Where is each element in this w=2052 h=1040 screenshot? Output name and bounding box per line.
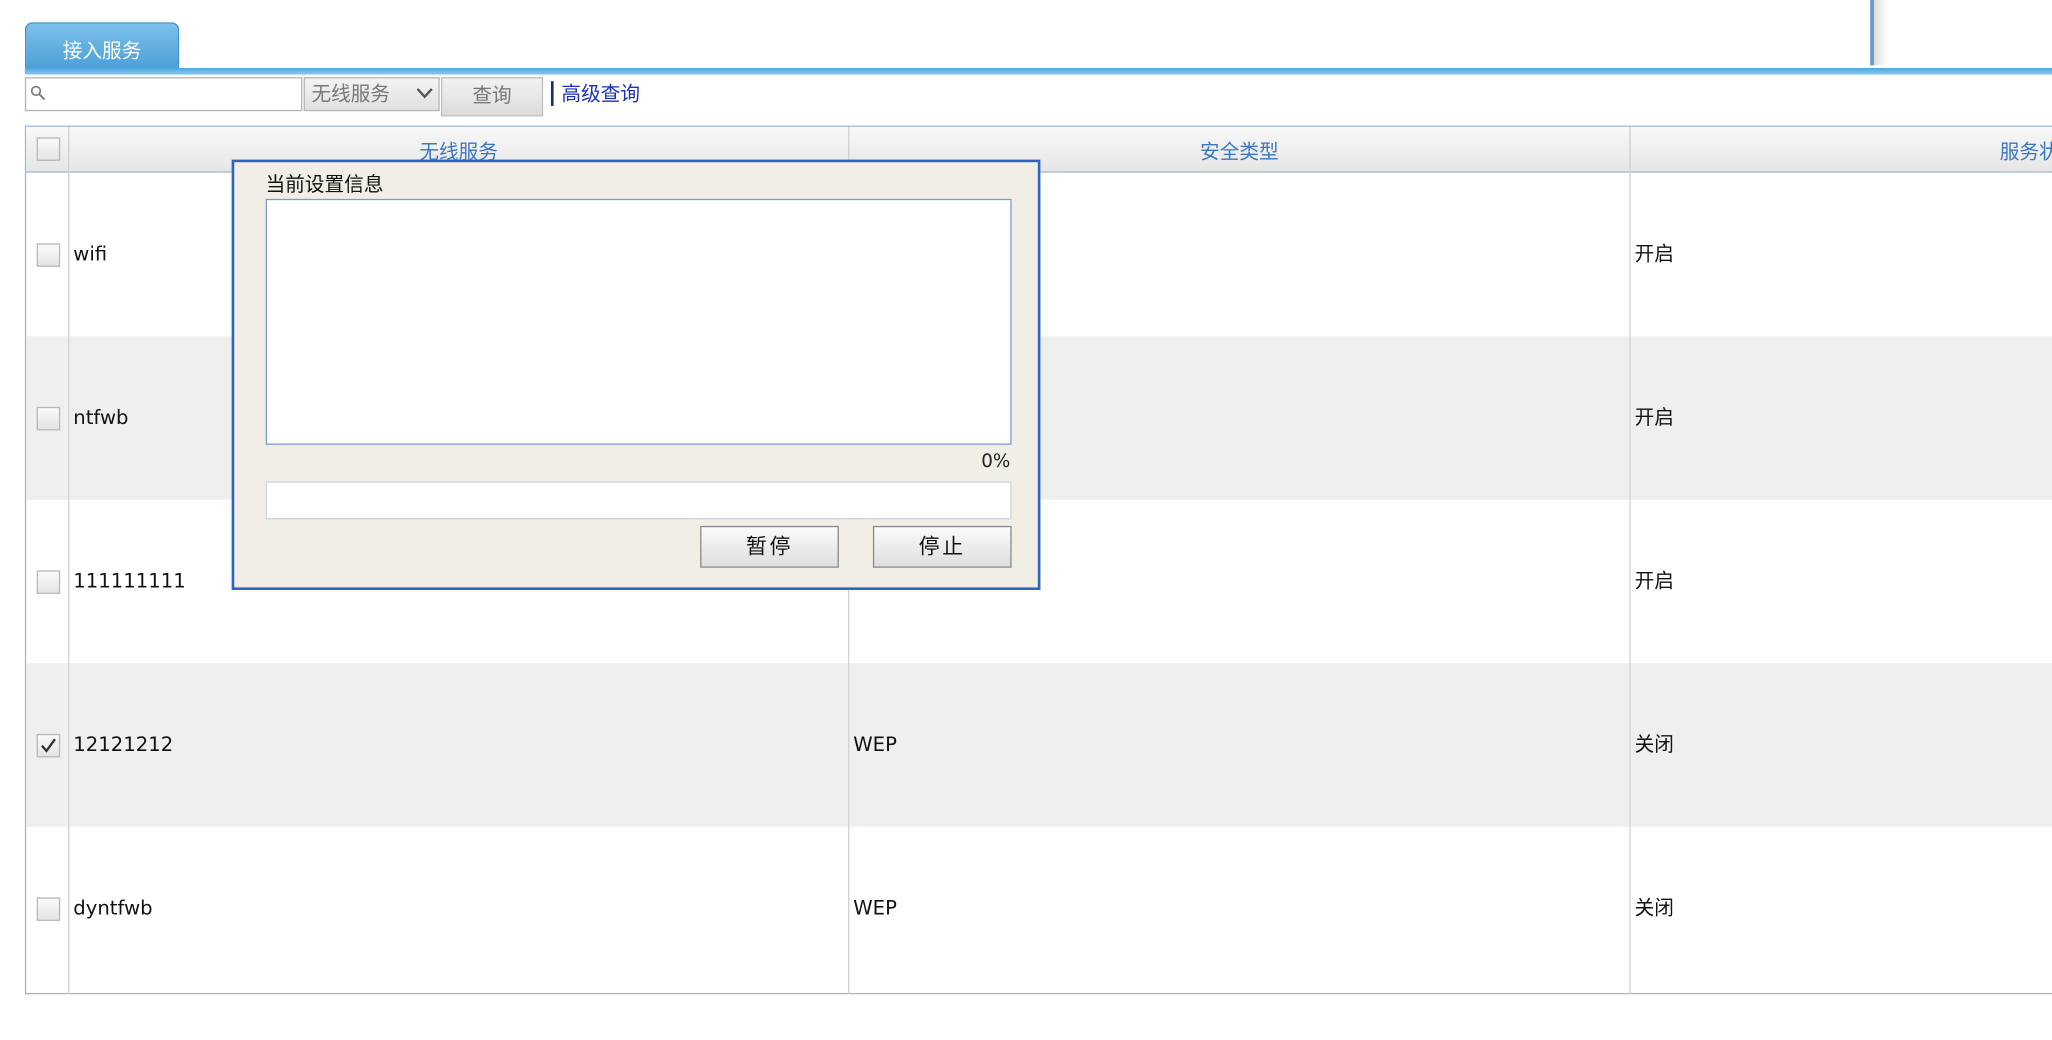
cell-service-status: 开启	[1634, 569, 1674, 593]
toolbar-separator	[550, 81, 554, 106]
dialog-title: 当前设置信息	[265, 172, 384, 197]
progress-percent: 0%	[981, 451, 1011, 473]
header-service-status[interactable]: 服务状	[1631, 127, 2052, 171]
chevron-down-icon	[416, 88, 433, 99]
table-row[interactable]: 12121212 WEP 关闭	[26, 663, 2052, 827]
filter-select[interactable]: 无线服务	[303, 77, 440, 112]
row-checkbox[interactable]	[36, 406, 61, 430]
column-divider	[68, 126, 70, 995]
cell-service-status: 关闭	[1634, 896, 1674, 920]
search-box[interactable]	[24, 77, 303, 112]
tab-access-service[interactable]: 接入服务	[24, 22, 180, 71]
settings-progress-dialog: 当前设置信息 0% 暂停 停止	[231, 159, 1041, 590]
cell-service-name: 12121212	[73, 732, 174, 757]
header-select-cell	[26, 126, 70, 172]
panel-divider-shadow	[1874, 0, 1888, 66]
stop-button[interactable]: 停止	[872, 525, 1012, 568]
cell-service-status: 开启	[1634, 242, 1674, 266]
row-checkbox[interactable]	[36, 896, 61, 921]
advanced-query-link[interactable]: 高级查询	[561, 80, 640, 109]
column-divider	[1629, 126, 1631, 995]
cell-service-status: 开启	[1634, 405, 1674, 430]
table-row[interactable]: dyntfwb WEP 关闭	[26, 827, 2052, 991]
cell-security-type: WEP	[853, 732, 897, 757]
checkmark-icon	[40, 737, 56, 753]
row-checkbox[interactable]	[36, 733, 61, 757]
cell-service-name: dyntfwb	[73, 896, 153, 920]
progress-bar	[265, 481, 1012, 520]
cell-service-status: 关闭	[1634, 732, 1674, 757]
select-all-checkbox[interactable]	[36, 137, 61, 161]
row-checkbox[interactable]	[36, 569, 61, 594]
search-icon	[30, 85, 46, 101]
pause-button[interactable]: 暂停	[700, 525, 839, 568]
search-input[interactable]	[49, 78, 299, 110]
settings-log-area	[265, 198, 1012, 445]
app-stage: 接入服务 无线服务 查询 高级查询 无线服务 安全类型 服务状 wifi开启nt…	[0, 0, 2052, 1040]
query-button[interactable]: 查询	[441, 77, 544, 117]
cell-security-type: WEP	[853, 896, 897, 920]
filter-select-value: 无线服务	[311, 82, 391, 106]
tab-underline	[24, 68, 2052, 75]
row-checkbox[interactable]	[36, 242, 61, 267]
